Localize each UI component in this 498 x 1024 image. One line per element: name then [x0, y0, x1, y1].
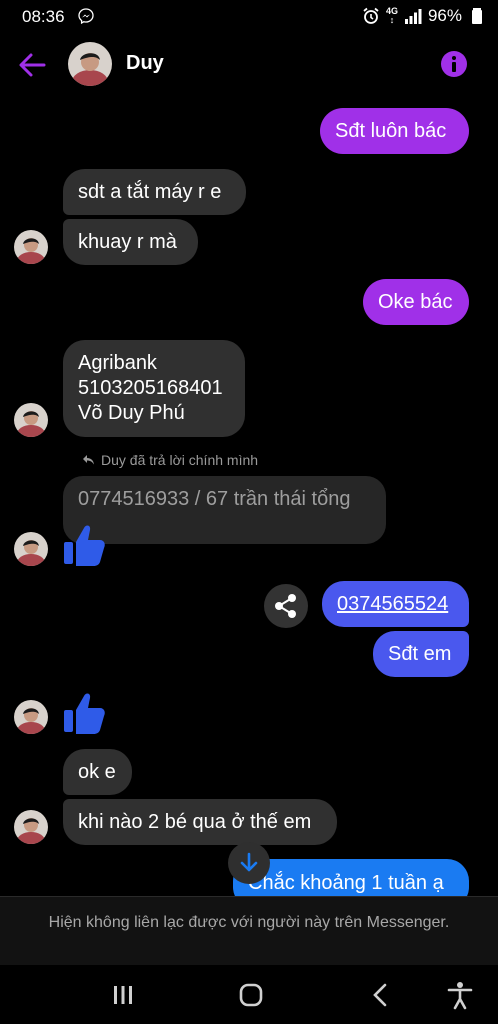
avatar[interactable] [68, 42, 112, 86]
thumbs-up-icon [64, 693, 105, 734]
message-bubble-outgoing[interactable]: Sđt luôn bác [320, 108, 469, 154]
android-nav-bar [0, 964, 498, 1024]
message-bubble-outgoing[interactable]: Sđt em [373, 631, 469, 677]
quoted-reply-bubble[interactable]: 0774516933 / 67 trần thái tổng [63, 476, 386, 544]
share-button[interactable] [264, 584, 308, 628]
message-bubble-incoming[interactable]: Agribank 5103205168401 Võ Duy Phú [63, 340, 245, 437]
battery-percent: 96% [427, 6, 462, 25]
unavailable-notice-panel: Hiện không liên lạc được với người này t… [0, 896, 498, 965]
avatar[interactable] [14, 532, 48, 566]
phone-link[interactable]: 0374565524 [337, 593, 448, 615]
back-nav-icon[interactable] [366, 980, 396, 1010]
recent-apps-icon[interactable] [108, 980, 138, 1010]
messenger-icon [78, 8, 94, 24]
message-bubble-incoming[interactable]: sdt a tắt máy r e [63, 169, 246, 215]
info-icon[interactable] [440, 50, 468, 78]
message-bubble-incoming[interactable]: ok e [63, 749, 132, 795]
share-icon [275, 594, 296, 618]
arrow-down-icon [240, 852, 258, 872]
avatar[interactable] [14, 700, 48, 734]
scroll-to-bottom-button[interactable] [228, 842, 270, 884]
status-bar: 08:36 4G ↕ 96% [0, 0, 498, 32]
network-badge: 4G ↕ [385, 6, 398, 25]
contact-name[interactable]: Duy [126, 52, 164, 75]
accessibility-icon[interactable] [445, 980, 475, 1010]
status-time: 08:36 [22, 7, 65, 26]
battery-icon [472, 8, 482, 24]
message-bubble-outgoing[interactable]: 0374565524 [322, 581, 469, 627]
home-icon[interactable] [236, 980, 266, 1010]
avatar[interactable] [14, 230, 48, 264]
message-bubble-incoming[interactable]: khuay r mà [63, 219, 198, 265]
signal-icon [404, 9, 422, 24]
thumbs-up-icon [64, 525, 105, 566]
back-arrow-icon[interactable] [16, 50, 48, 80]
message-bubble-outgoing[interactable]: Oke bác [363, 279, 469, 325]
unavailable-notice: Hiện không liên lạc được với người này t… [48, 914, 450, 931]
avatar[interactable] [14, 403, 48, 437]
conversation-header: Duy [0, 36, 498, 96]
avatar[interactable] [14, 810, 48, 844]
reply-icon [83, 455, 94, 465]
reply-indicator: Duy đã trả lời chính mình [82, 452, 258, 468]
alarm-icon [363, 7, 379, 24]
message-bubble-incoming[interactable]: khi nào 2 bé qua ở thế em [63, 799, 337, 845]
